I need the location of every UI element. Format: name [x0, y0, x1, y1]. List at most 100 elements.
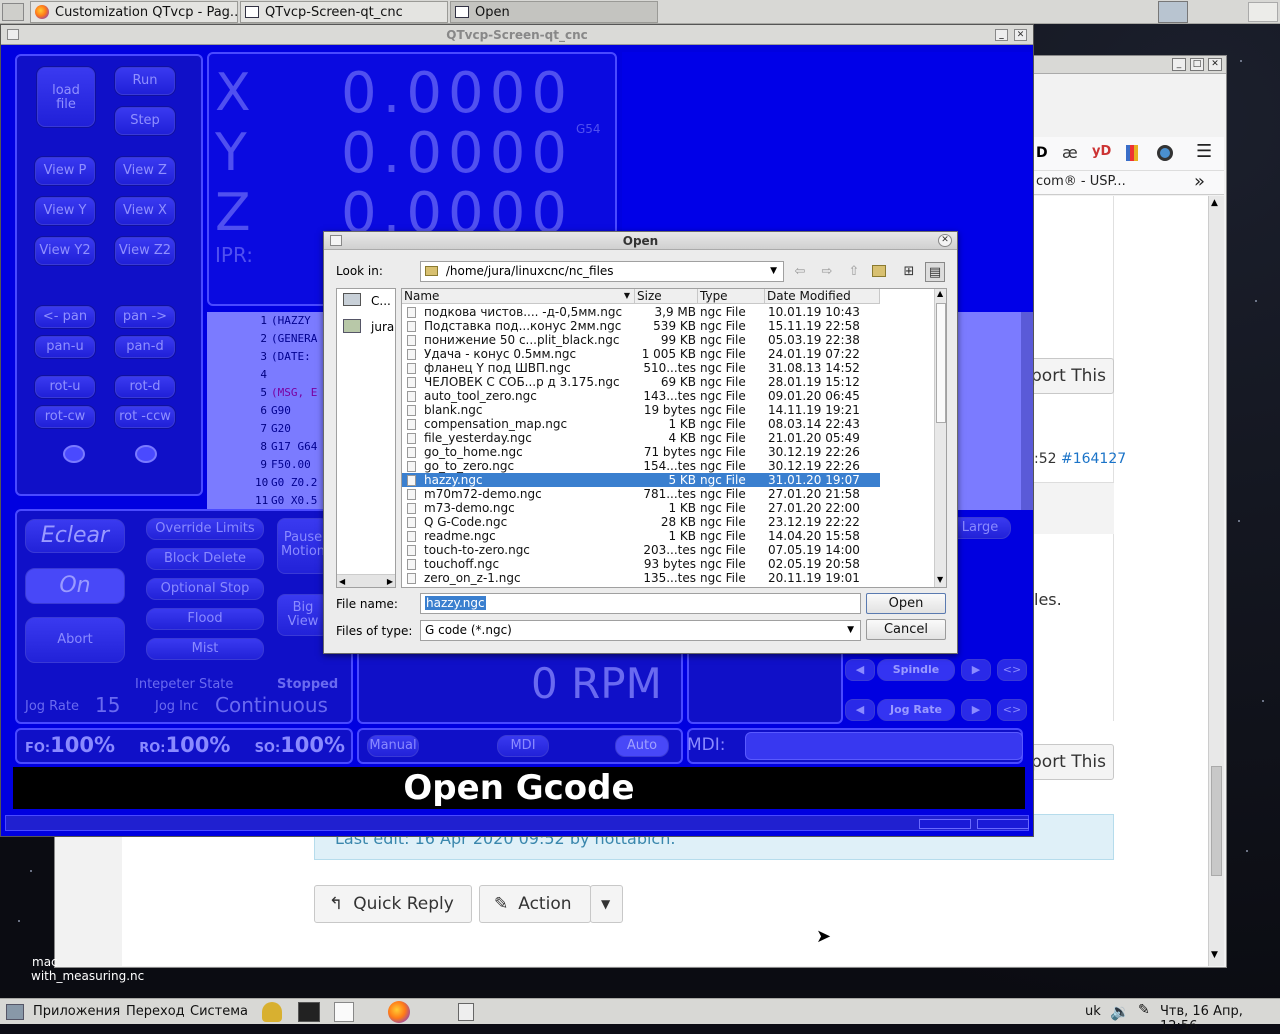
rot-down-button[interactable]: rot-d: [115, 376, 175, 398]
trash-icon[interactable]: [458, 1003, 474, 1021]
window-menu-icon[interactable]: [7, 29, 19, 40]
desktop-file-label[interactable]: mac: [32, 955, 58, 969]
file-row[interactable]: auto_tool_zero.ngc 143...tes ngc File 09.01…: [402, 389, 880, 403]
extension-icon[interactable]: [1157, 145, 1173, 161]
scroll-down-icon[interactable]: ▼: [937, 575, 943, 584]
workspace-switcher[interactable]: [1158, 1, 1188, 23]
open-button[interactable]: Open: [866, 593, 946, 614]
desktop-file-label[interactable]: with_measuring.nc: [31, 969, 144, 983]
pan-left-button[interactable]: <- pan: [35, 306, 95, 328]
side-arrow-right[interactable]: ▶: [961, 699, 991, 721]
file-name-input[interactable]: hazzy.ngc: [420, 593, 861, 614]
scroll-right-icon[interactable]: ▶: [387, 575, 393, 588]
big-view-button[interactable]: Big View: [277, 594, 329, 636]
file-row[interactable]: понижение 50 с...plit_black.ngc 99 KB ngc …: [402, 333, 880, 347]
apps-icon[interactable]: [6, 1004, 24, 1020]
text-editor-icon[interactable]: [334, 1002, 354, 1022]
mdi-input[interactable]: [745, 732, 1023, 760]
abort-button[interactable]: Abort: [25, 617, 125, 663]
taskbar-tab-qtvcp[interactable]: QTvcp-Screen-qt_cnc: [240, 1, 448, 23]
pause-motion-button[interactable]: Pause Motion: [277, 518, 329, 574]
side-arrow-right[interactable]: ▶: [961, 659, 991, 681]
browser-scrollbar[interactable]: ▲ ▼: [1208, 196, 1224, 966]
side-toggle[interactable]: <>: [997, 699, 1027, 721]
block-delete-button[interactable]: Block Delete: [146, 548, 264, 570]
spindle-button[interactable]: Spindle: [877, 659, 955, 681]
column-header-name[interactable]: Name ▼: [402, 289, 635, 304]
file-list-scrollbar[interactable]: ▲ ▼: [934, 289, 946, 587]
action-button[interactable]: ✎ Action: [479, 885, 591, 923]
scroll-thumb[interactable]: [936, 303, 946, 423]
file-row[interactable]: фланец Y под ШВП.ngc 510...tes ngc File 31.…: [402, 361, 880, 375]
keyboard-layout[interactable]: uk: [1085, 1004, 1101, 1019]
quick-reply-button[interactable]: ↰ Quick Reply: [314, 885, 472, 923]
reader-icon[interactable]: D: [1036, 145, 1048, 161]
close-icon[interactable]: ✕: [1014, 29, 1027, 41]
file-row[interactable]: Q G-Code.ngc 28 KB ngc File 23.12.19 22:22: [402, 515, 880, 529]
taskbar-tab-browser[interactable]: Customization QTvcp - Pag...: [30, 1, 238, 23]
yandex-dict-icon[interactable]: yD: [1092, 144, 1111, 159]
file-row[interactable]: m70m72-demo.ngc 781...tes ngc File 27.01.20…: [402, 487, 880, 501]
bookmark-item[interactable]: com® - USP...: [1036, 174, 1126, 189]
detail-view-icon[interactable]: ▤: [925, 262, 945, 282]
scroll-up-icon[interactable]: ▲: [1211, 198, 1218, 208]
view-p-button[interactable]: View P: [35, 157, 95, 185]
rot-ccw-button[interactable]: rot -ccw: [115, 406, 175, 428]
gcode-scrollbar[interactable]: [1021, 312, 1033, 510]
terminal-icon[interactable]: [298, 1002, 320, 1022]
file-row[interactable]: ЧЕЛОВЕК С СОБ...р д 3.175.ngc 69 KB ngc Fi…: [402, 375, 880, 389]
file-row[interactable]: Удача - конус 0.5мм.ngc 1 005 KB ngc File 2…: [402, 347, 880, 361]
pan-right-button[interactable]: pan ->: [115, 306, 175, 328]
zoom-out-icon[interactable]: [135, 445, 157, 463]
close-icon[interactable]: ✕: [1208, 58, 1222, 71]
manual-mode-button[interactable]: Manual: [367, 735, 419, 757]
column-header-type[interactable]: Type: [698, 289, 765, 304]
view-z2-button[interactable]: View Z2: [115, 237, 175, 265]
file-row[interactable]: compensation_map.ngc 1 KB ngc File 08.03.14…: [402, 417, 880, 431]
large-button[interactable]: Large: [949, 517, 1011, 539]
launcher-icon[interactable]: [262, 1002, 282, 1022]
load-file-button[interactable]: load file: [37, 67, 95, 127]
override-limits-button[interactable]: Override Limits: [146, 518, 264, 540]
file-row[interactable]: подкова чистов.... -д-0,5мм.ngc 3,9 MB ngc…: [402, 305, 880, 319]
firefox-icon[interactable]: [388, 1001, 410, 1023]
file-row[interactable]: hazzy.ngc 5 KB ngc File 31.01.20 19:07: [402, 473, 880, 487]
view-x-button[interactable]: View X: [115, 197, 175, 225]
menu-icon[interactable]: ☰: [1196, 141, 1212, 162]
zoom-in-icon[interactable]: [63, 445, 85, 463]
bookmarks-icon[interactable]: [1126, 145, 1138, 161]
column-header-date[interactable]: Date Modified: [765, 289, 880, 304]
eclear-button[interactable]: Eclear: [25, 519, 125, 553]
file-row[interactable]: go_to_home.ngc 71 bytes ngc File 30.12.19 2…: [402, 445, 880, 459]
optional-stop-button[interactable]: Optional Stop: [146, 578, 264, 600]
pan-up-button[interactable]: pan-u: [35, 336, 95, 358]
minimize-icon[interactable]: _: [1172, 58, 1186, 71]
mdi-mode-button[interactable]: MDI: [497, 735, 549, 757]
side-arrow-left[interactable]: ◀: [845, 659, 875, 681]
show-desktop-icon[interactable]: [2, 3, 24, 21]
scroll-thumb[interactable]: [1211, 766, 1222, 876]
file-row[interactable]: file_yesterday.ngc 4 KB ngc File 21.01.20 0…: [402, 431, 880, 445]
clock[interactable]: Чтв, 16 Апр, 12:56: [1160, 1004, 1280, 1034]
auto-mode-button[interactable]: Auto: [615, 735, 669, 757]
list-view-icon[interactable]: ⊞: [899, 262, 919, 282]
menu-applications[interactable]: Приложения: [33, 1004, 120, 1019]
menu-system[interactable]: Система: [190, 1004, 248, 1019]
run-button[interactable]: Run: [115, 67, 175, 95]
file-row[interactable]: go_to_zero.ngc 154...tes ngc File 30.12.19 …: [402, 459, 880, 473]
overflow-icon[interactable]: »: [1194, 171, 1205, 192]
places-scrollbar[interactable]: ◀ ▶: [337, 574, 395, 587]
close-icon[interactable]: ✕: [938, 234, 952, 247]
network-icon[interactable]: ✎: [1138, 1002, 1150, 1018]
column-header-size[interactable]: Size: [635, 289, 698, 304]
back-icon[interactable]: ⇦: [790, 262, 810, 282]
view-y-button[interactable]: View Y: [35, 197, 95, 225]
file-row[interactable]: touch-to-zero.ngc 203...tes ngc File 07.05.…: [402, 543, 880, 557]
place-computer[interactable]: C...: [339, 291, 394, 311]
mist-button[interactable]: Mist: [146, 638, 264, 660]
taskbar-tab-open[interactable]: Open: [450, 1, 658, 23]
view-z-button[interactable]: View Z: [115, 157, 175, 185]
volume-icon[interactable]: 🔉: [1110, 1002, 1130, 1021]
ae-icon[interactable]: æ: [1062, 143, 1078, 162]
jog-rate-button[interactable]: Jog Rate: [877, 699, 955, 721]
